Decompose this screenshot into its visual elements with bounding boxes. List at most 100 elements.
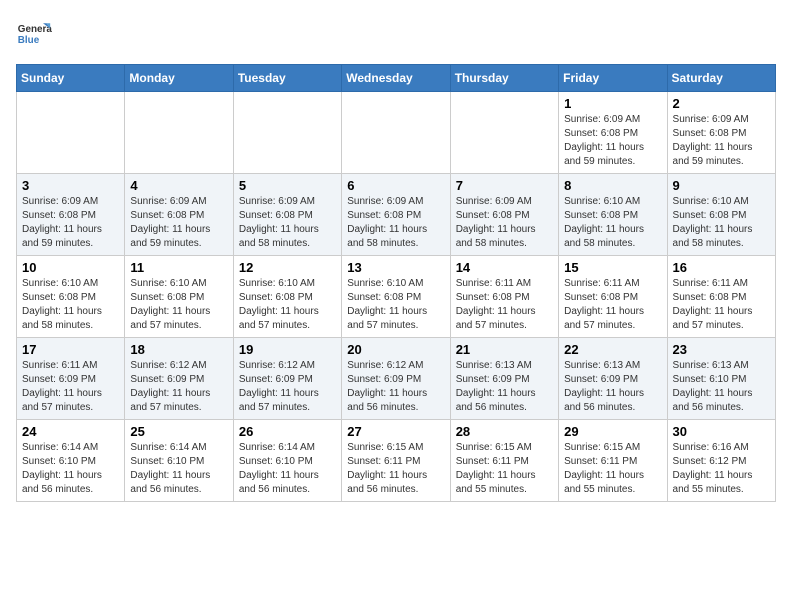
calendar-cell: 30Sunrise: 6:16 AM Sunset: 6:12 PM Dayli… [667, 420, 775, 502]
calendar-cell [342, 92, 450, 174]
day-info: Sunrise: 6:10 AM Sunset: 6:08 PM Dayligh… [130, 277, 227, 333]
calendar-cell: 22 Sunrise: 6:13 AM Sunset: 6:09 PM Dayli… [559, 338, 667, 420]
day-info: Sunrise: 6:12 AM Sunset: 6:09 PM Dayligh… [347, 359, 444, 415]
calendar-cell: 20 Sunrise: 6:12 AM Sunset: 6:09 PM Dayli… [342, 338, 450, 420]
day-number: 7 [456, 178, 553, 193]
calendar-cell [125, 92, 233, 174]
day-info: Sunrise: 6:11 AM Sunset: 6:08 PM Dayligh… [456, 277, 553, 333]
weekday-header-thursday: Thursday [450, 65, 558, 92]
day-number: 25 [130, 424, 227, 439]
day-number: 9 [673, 178, 770, 193]
week-row-5: 24 Sunrise: 6:14 AM Sunset: 6:10 PM Dayli… [17, 420, 776, 502]
day-info: Sunrise: 6:14 AM Sunset: 6:10 PM Dayligh… [130, 441, 227, 497]
day-info: Sunrise: 6:13 AM Sunset: 6:10 PM Dayligh… [673, 359, 770, 415]
calendar-table: SundayMondayTuesdayWednesdayThursdayFrid… [16, 64, 776, 502]
calendar-cell [233, 92, 341, 174]
week-row-3: 10 Sunrise: 6:10 AM Sunset: 6:08 PM Dayli… [17, 256, 776, 338]
calendar-cell: 12 Sunrise: 6:10 AM Sunset: 6:08 PM Dayli… [233, 256, 341, 338]
calendar-cell: 4 Sunrise: 6:09 AM Sunset: 6:08 PM Daylig… [125, 174, 233, 256]
day-number: 20 [347, 342, 444, 357]
weekday-header-friday: Friday [559, 65, 667, 92]
day-number: 27 [347, 424, 444, 439]
day-number: 2 [673, 96, 770, 111]
day-number: 17 [22, 342, 119, 357]
day-info: Sunrise: 6:14 AM Sunset: 6:10 PM Dayligh… [22, 441, 119, 497]
day-info: Sunrise: 6:09 AM Sunset: 6:08 PM Dayligh… [564, 113, 661, 169]
header: General Blue [16, 16, 776, 52]
logo: General Blue [16, 16, 52, 52]
day-info: Sunrise: 6:10 AM Sunset: 6:08 PM Dayligh… [564, 195, 661, 251]
day-number: 28 [456, 424, 553, 439]
weekday-header-saturday: Saturday [667, 65, 775, 92]
calendar-cell: 5 Sunrise: 6:09 AM Sunset: 6:08 PM Daylig… [233, 174, 341, 256]
calendar-cell: 3 Sunrise: 6:09 AM Sunset: 6:08 PM Daylig… [17, 174, 125, 256]
day-info: Sunrise: 6:13 AM Sunset: 6:09 PM Dayligh… [564, 359, 661, 415]
calendar-cell: 1Sunrise: 6:09 AM Sunset: 6:08 PM Daylig… [559, 92, 667, 174]
day-info: Sunrise: 6:09 AM Sunset: 6:08 PM Dayligh… [456, 195, 553, 251]
week-row-2: 3 Sunrise: 6:09 AM Sunset: 6:08 PM Daylig… [17, 174, 776, 256]
calendar-cell [17, 92, 125, 174]
day-info: Sunrise: 6:12 AM Sunset: 6:09 PM Dayligh… [130, 359, 227, 415]
day-number: 12 [239, 260, 336, 275]
calendar-cell: 8 Sunrise: 6:10 AM Sunset: 6:08 PM Daylig… [559, 174, 667, 256]
calendar-cell: 9Sunrise: 6:10 AM Sunset: 6:08 PM Daylig… [667, 174, 775, 256]
calendar-cell: 16 Sunrise: 6:11 AM Sunset: 6:08 PM Dayli… [667, 256, 775, 338]
day-info: Sunrise: 6:15 AM Sunset: 6:11 PM Dayligh… [564, 441, 661, 497]
weekday-header-sunday: Sunday [17, 65, 125, 92]
day-number: 4 [130, 178, 227, 193]
day-number: 18 [130, 342, 227, 357]
day-number: 8 [564, 178, 661, 193]
day-info: Sunrise: 6:11 AM Sunset: 6:08 PM Dayligh… [673, 277, 770, 333]
day-info: Sunrise: 6:16 AM Sunset: 6:12 PM Dayligh… [673, 441, 770, 497]
day-info: Sunrise: 6:09 AM Sunset: 6:08 PM Dayligh… [673, 113, 770, 169]
calendar-cell: 29Sunrise: 6:15 AM Sunset: 6:11 PM Dayli… [559, 420, 667, 502]
calendar-cell: 17Sunrise: 6:11 AM Sunset: 6:09 PM Dayli… [17, 338, 125, 420]
calendar-cell: 15 Sunrise: 6:11 AM Sunset: 6:08 PM Dayli… [559, 256, 667, 338]
day-info: Sunrise: 6:09 AM Sunset: 6:08 PM Dayligh… [347, 195, 444, 251]
week-row-4: 17Sunrise: 6:11 AM Sunset: 6:09 PM Dayli… [17, 338, 776, 420]
calendar-cell: 26 Sunrise: 6:14 AM Sunset: 6:10 PM Dayli… [233, 420, 341, 502]
day-number: 5 [239, 178, 336, 193]
day-number: 24 [22, 424, 119, 439]
day-info: Sunrise: 6:12 AM Sunset: 6:09 PM Dayligh… [239, 359, 336, 415]
calendar-cell: 19 Sunrise: 6:12 AM Sunset: 6:09 PM Dayli… [233, 338, 341, 420]
day-info: Sunrise: 6:10 AM Sunset: 6:08 PM Dayligh… [347, 277, 444, 333]
day-info: Sunrise: 6:09 AM Sunset: 6:08 PM Dayligh… [22, 195, 119, 251]
day-info: Sunrise: 6:13 AM Sunset: 6:09 PM Dayligh… [456, 359, 553, 415]
calendar-cell: 2 Sunrise: 6:09 AM Sunset: 6:08 PM Daylig… [667, 92, 775, 174]
week-row-1: 1Sunrise: 6:09 AM Sunset: 6:08 PM Daylig… [17, 92, 776, 174]
svg-text:Blue: Blue [18, 35, 40, 46]
day-number: 11 [130, 260, 227, 275]
calendar-cell: 6Sunrise: 6:09 AM Sunset: 6:08 PM Daylig… [342, 174, 450, 256]
day-number: 15 [564, 260, 661, 275]
calendar-cell: 18 Sunrise: 6:12 AM Sunset: 6:09 PM Dayli… [125, 338, 233, 420]
calendar-cell: 24 Sunrise: 6:14 AM Sunset: 6:10 PM Dayli… [17, 420, 125, 502]
weekday-header-monday: Monday [125, 65, 233, 92]
weekday-header-wednesday: Wednesday [342, 65, 450, 92]
day-number: 23 [673, 342, 770, 357]
calendar-cell: 27 Sunrise: 6:15 AM Sunset: 6:11 PM Dayli… [342, 420, 450, 502]
day-info: Sunrise: 6:14 AM Sunset: 6:10 PM Dayligh… [239, 441, 336, 497]
day-number: 22 [564, 342, 661, 357]
day-number: 13 [347, 260, 444, 275]
day-info: Sunrise: 6:15 AM Sunset: 6:11 PM Dayligh… [347, 441, 444, 497]
weekday-header-row: SundayMondayTuesdayWednesdayThursdayFrid… [17, 65, 776, 92]
calendar-cell [450, 92, 558, 174]
day-number: 14 [456, 260, 553, 275]
day-number: 10 [22, 260, 119, 275]
day-number: 16 [673, 260, 770, 275]
day-info: Sunrise: 6:11 AM Sunset: 6:08 PM Dayligh… [564, 277, 661, 333]
general-blue-logo-icon: General Blue [16, 16, 52, 52]
calendar-cell: 28 Sunrise: 6:15 AM Sunset: 6:11 PM Dayli… [450, 420, 558, 502]
day-info: Sunrise: 6:09 AM Sunset: 6:08 PM Dayligh… [130, 195, 227, 251]
day-info: Sunrise: 6:10 AM Sunset: 6:08 PM Dayligh… [239, 277, 336, 333]
day-number: 26 [239, 424, 336, 439]
day-info: Sunrise: 6:09 AM Sunset: 6:08 PM Dayligh… [239, 195, 336, 251]
calendar-cell: 21 Sunrise: 6:13 AM Sunset: 6:09 PM Dayli… [450, 338, 558, 420]
day-number: 3 [22, 178, 119, 193]
day-info: Sunrise: 6:15 AM Sunset: 6:11 PM Dayligh… [456, 441, 553, 497]
calendar-cell: 7 Sunrise: 6:09 AM Sunset: 6:08 PM Daylig… [450, 174, 558, 256]
day-number: 19 [239, 342, 336, 357]
calendar-cell: 10Sunrise: 6:10 AM Sunset: 6:08 PM Dayli… [17, 256, 125, 338]
day-number: 21 [456, 342, 553, 357]
